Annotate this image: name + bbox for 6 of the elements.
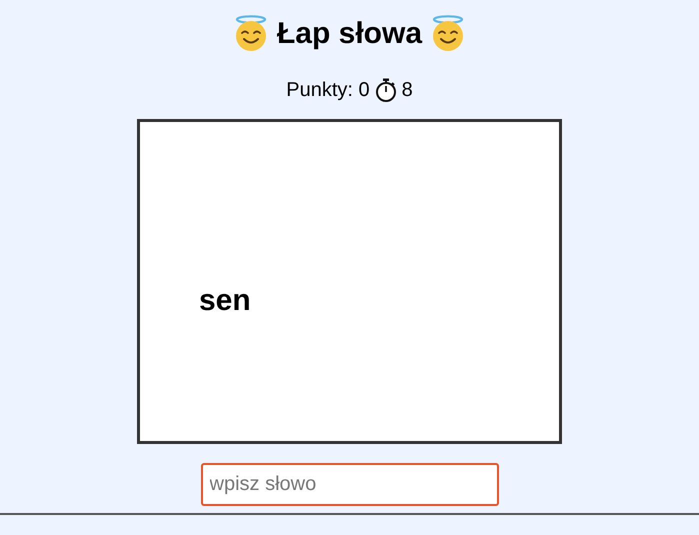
game-title: Łap słowa	[276, 19, 422, 49]
stopwatch-icon	[374, 78, 397, 102]
timer-value: 8	[402, 78, 413, 103]
score-label: Punkty: 0	[286, 78, 370, 103]
word-input-field[interactable]: wpisz słowo	[200, 463, 498, 506]
falling-word: sen	[199, 286, 251, 316]
